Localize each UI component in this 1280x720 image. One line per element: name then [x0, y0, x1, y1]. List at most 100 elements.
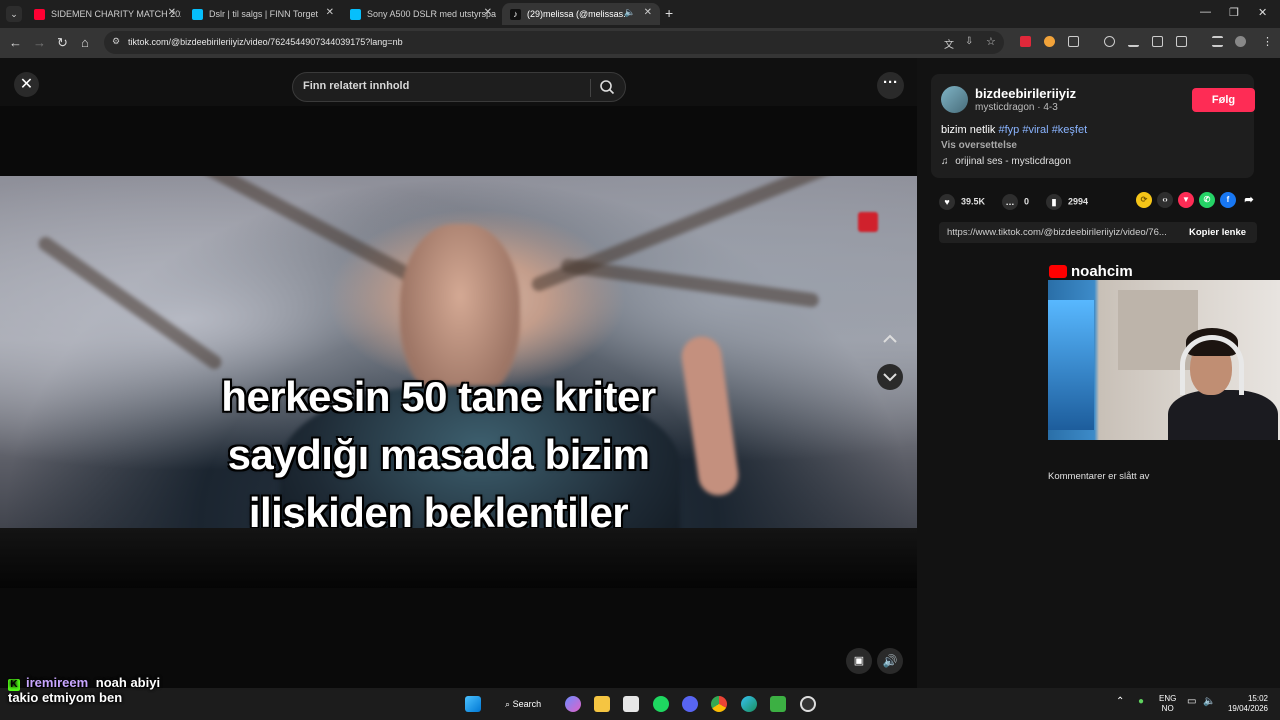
obs-icon[interactable]	[800, 696, 816, 712]
stream-chat-overlay: Kiremireem noah abiyi takio etmiyom ben	[8, 676, 160, 705]
streamer-name: noahcim	[1071, 263, 1133, 280]
tab-tiktok[interactable]: ♪ (29)melissa (@melissas.3) | 🔈 ✕	[502, 3, 660, 25]
microphone-icon[interactable]: ●	[1138, 696, 1144, 707]
pip-button[interactable]: ▣	[846, 648, 872, 674]
more-options-icon[interactable]: ···	[877, 72, 904, 99]
tab-title: Dslr | til salgs | FINN Torget	[209, 9, 319, 19]
system-clock[interactable]: 15:02 19/04/2026	[1224, 694, 1268, 714]
tray-chevron-icon[interactable]: ⌃	[1116, 696, 1124, 707]
tab-close-icon[interactable]: ✕	[168, 7, 176, 18]
reading-list-icon[interactable]	[1212, 36, 1223, 47]
tab-sidemen[interactable]: SIDEMEN CHARITY MATCH 202 ✕	[26, 3, 184, 25]
comment-count: 0	[1024, 196, 1030, 207]
taskbar-search-button[interactable]: ⌕ Search	[495, 693, 551, 715]
copy-link-button[interactable]: Kopier lenke	[1189, 227, 1246, 238]
restore-icon[interactable]: ❐	[1229, 6, 1239, 19]
search-input[interactable]: Finn relatert innhold	[303, 80, 409, 92]
extension-red-icon[interactable]	[1020, 36, 1031, 47]
volume-icon[interactable]: 🔈	[1203, 696, 1215, 707]
video-details-panel: bizdeebirileriiyiz mysticdragon · 4-3 Fø…	[917, 58, 1280, 688]
menu-dots-icon[interactable]: ⋮	[1262, 35, 1273, 48]
tab-close-icon[interactable]: ✕	[484, 7, 492, 18]
search-bar[interactable]: Finn relatert innhold	[292, 72, 626, 102]
chat-username: iremireem	[26, 675, 89, 690]
downloads-icon[interactable]	[1128, 36, 1139, 47]
xbox-icon[interactable]	[770, 696, 786, 712]
volume-button[interactable]: 🔊	[877, 648, 903, 674]
forward-icon[interactable]: →	[33, 35, 46, 50]
tab-title: Sony A500 DSLR med utstyrspa	[367, 9, 497, 19]
close-icon[interactable]: ✕	[14, 72, 39, 97]
send-friend-icon[interactable]: ▼	[1178, 192, 1194, 208]
see-translation-link[interactable]: Vis oversettelse	[941, 140, 1017, 151]
save-button[interactable]: ▮ 2994	[1046, 194, 1088, 210]
hashtag-link[interactable]: #keşfet	[1052, 124, 1087, 136]
whatsapp-icon[interactable]: ✆	[1199, 192, 1215, 208]
youtube-favicon-icon	[34, 8, 45, 20]
follow-button[interactable]: Følg	[1192, 88, 1255, 112]
minimize-icon[interactable]: —	[1200, 6, 1211, 18]
url-text[interactable]: tiktok.com/@bizdeebirileriiyiz/video/762…	[128, 37, 403, 47]
subtitle-line: herkesin 50 tane kriter	[221, 373, 656, 420]
language-code: ENG	[1159, 694, 1177, 703]
bookmark-star-icon[interactable]: ☆	[986, 35, 996, 48]
share-arrow-icon[interactable]: ➦	[1241, 192, 1257, 208]
keyboard-language[interactable]: ENG NO	[1159, 694, 1176, 714]
tab-finn-dslr[interactable]: Dslr | til salgs | FINN Torget ✕	[184, 3, 342, 25]
music-note-icon: ♫	[941, 156, 949, 167]
save-count: 2994	[1068, 196, 1089, 207]
search-divider	[590, 79, 591, 97]
close-window-icon[interactable]: ✕	[1258, 6, 1267, 19]
spotify-icon[interactable]	[653, 696, 669, 712]
extension-icon[interactable]	[1176, 36, 1187, 47]
windows-taskbar: ⌕ Search ⌃ ● ENG NO ▭ 🔈 15:02 19/04/2026	[0, 688, 1280, 720]
copilot-icon[interactable]	[565, 696, 581, 712]
tab-close-icon[interactable]: ✕	[326, 7, 334, 18]
edge-icon[interactable]	[741, 696, 757, 712]
next-video-button[interactable]	[877, 364, 903, 390]
tab-close-icon[interactable]: ✕	[644, 7, 652, 18]
windows-start-icon[interactable]	[465, 696, 481, 712]
player-bottom-bar	[0, 528, 917, 588]
channel-name[interactable]: bizdeebirileriiyiz	[975, 86, 1076, 101]
facebook-icon[interactable]: f	[1220, 192, 1236, 208]
site-info-icon[interactable]: ⚙	[112, 36, 120, 47]
address-bar[interactable]: ⚙ tiktok.com/@bizdeebirileriiyiz/video/7…	[104, 31, 1004, 54]
tab-finn-sony[interactable]: Sony A500 DSLR med utstyrspa ✕	[342, 3, 500, 25]
delete-icon[interactable]	[1152, 36, 1163, 47]
extensions-puzzle-icon[interactable]	[1068, 36, 1079, 47]
microsoft-store-icon[interactable]	[623, 696, 639, 712]
repost-icon[interactable]: ⟳	[1136, 192, 1152, 208]
like-button[interactable]: ♥ 39.5K	[939, 194, 985, 210]
file-explorer-icon[interactable]	[594, 696, 610, 712]
creator-info-card: bizdeebirileriiyiz mysticdragon · 4-3 Fø…	[931, 74, 1255, 178]
avatar[interactable]	[941, 86, 968, 113]
search-icon[interactable]	[599, 79, 615, 95]
translate-icon[interactable]: 文	[944, 36, 954, 51]
tab-search-dropdown-icon[interactable]: ⌄	[6, 6, 22, 22]
hashtag-link[interactable]: #fyp	[998, 124, 1019, 136]
chrome-icon[interactable]	[711, 696, 727, 712]
chat-message: noah abiyi	[95, 675, 161, 690]
home-icon[interactable]: ⌂	[81, 35, 89, 50]
hashtag-link[interactable]: #viral	[1022, 124, 1048, 136]
new-tab-button[interactable]: +	[665, 5, 673, 21]
history-icon[interactable]	[1104, 36, 1115, 47]
video-player[interactable]: ✕ Finn relatert innhold ··· herkesin 50 …	[0, 58, 917, 688]
bookmark-icon: ▮	[1046, 194, 1062, 210]
keyboard-layout: NO	[1161, 704, 1174, 713]
discord-icon[interactable]	[682, 696, 698, 712]
music-info[interactable]: ♫ orijinal ses - mysticdragon	[941, 156, 1071, 167]
install-app-icon[interactable]: ⇩	[965, 36, 973, 47]
previous-video-button[interactable]	[877, 326, 903, 352]
profile-avatar-icon[interactable]	[1235, 36, 1246, 47]
extension-orange-icon[interactable]	[1044, 36, 1055, 47]
comment-button[interactable]: … 0	[1002, 194, 1029, 210]
share-url[interactable]: https://www.tiktok.com/@bizdeebirileriiy…	[947, 227, 1179, 238]
speaker-icon[interactable]: 🔈	[624, 7, 635, 18]
embed-icon[interactable]: ‹›	[1157, 192, 1173, 208]
reload-icon[interactable]: ↻	[57, 35, 68, 51]
chevron-down-icon	[883, 373, 897, 382]
network-icon[interactable]: ▭	[1187, 696, 1196, 707]
back-icon[interactable]: ←	[9, 35, 22, 50]
